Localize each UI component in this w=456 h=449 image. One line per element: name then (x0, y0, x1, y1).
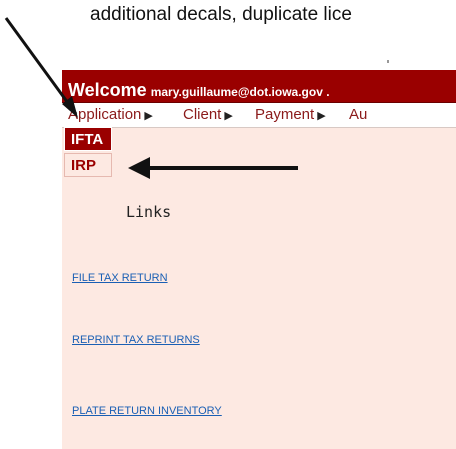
menu-client-label: Client (183, 106, 222, 123)
triangle-right-icon: ▶ (224, 110, 233, 122)
quick-links-heading: Links (126, 203, 172, 221)
triangle-right-icon: ▶ (317, 110, 326, 122)
dropdown-item-ifta[interactable]: IFTA (64, 127, 112, 151)
menu-au-label: Au (349, 106, 368, 123)
triangle-right-icon: ▶ (144, 110, 153, 122)
link-file-tax-return[interactable]: FILE TAX RETURN (72, 272, 168, 284)
menu-client[interactable]: Client ▶ (183, 106, 233, 123)
welcome-text: Welcome mary.guillaume@dot.iowa.gov . (68, 80, 330, 101)
user-email: mary.guillaume@dot.iowa.gov . (150, 85, 330, 99)
link-plate-return-inventory[interactable]: PLATE RETURN INVENTORY (72, 405, 222, 417)
dropdown-item-irp[interactable]: IRP (64, 153, 112, 177)
main-menu-bar: Application ▶ Client ▶ Payment ▶ Au (62, 103, 456, 128)
top-strip (62, 55, 456, 70)
header-banner: Welcome mary.guillaume@dot.iowa.gov . (62, 70, 456, 103)
caption-text: additional decals, duplicate lice (90, 4, 352, 25)
divider (387, 60, 389, 63)
menu-payment[interactable]: Payment ▶ (255, 106, 326, 123)
menu-application[interactable]: Application ▶ (68, 106, 153, 123)
menu-au[interactable]: Au (349, 106, 367, 123)
menu-payment-label: Payment (255, 106, 315, 123)
app-screenshot: Welcome mary.guillaume@dot.iowa.gov . App… (62, 55, 456, 449)
link-reprint-tax-returns[interactable]: REPRINT TAX RETURNS (72, 334, 200, 346)
menu-application-label: Application (68, 106, 142, 123)
welcome-word: Welcome (68, 80, 147, 100)
